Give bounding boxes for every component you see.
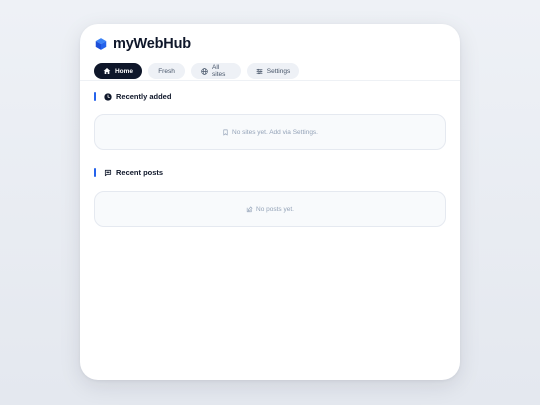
header-divider [80, 80, 460, 81]
section-accent-bar [94, 92, 96, 101]
section-accent-bar [94, 168, 96, 177]
section-title: Recent posts [116, 168, 164, 177]
empty-posts-text: No posts yet. [256, 205, 294, 213]
section-recent-posts: Recent posts [94, 168, 163, 177]
tab-settings-label: Settings [266, 67, 291, 75]
tab-fresh[interactable]: Fresh [148, 63, 185, 79]
cube-icon [94, 37, 108, 51]
empty-sites-text: No sites yet. Add via Settings. [232, 128, 318, 136]
home-icon [103, 67, 111, 75]
section-recently-added: Recently added [94, 92, 171, 101]
tab-home[interactable]: Home [94, 63, 142, 79]
empty-posts-box: No posts yet. [94, 191, 446, 227]
tab-settings[interactable]: Settings [247, 63, 299, 79]
tab-all-sites[interactable]: All sites [191, 63, 241, 79]
sliders-icon [256, 68, 263, 75]
clock-icon [104, 92, 112, 101]
tab-home-label: Home [114, 67, 134, 75]
brand: myWebHub [94, 36, 191, 52]
bookmark-icon [222, 129, 229, 136]
nav-tabs: Home Fresh All sites Settings [94, 63, 299, 79]
empty-sites-box: No sites yet. Add via Settings. [94, 114, 446, 150]
edit-icon [246, 206, 253, 213]
section-title: Recently added [116, 92, 172, 101]
chat-bubble-icon [104, 169, 112, 177]
globe-icon [201, 67, 208, 75]
main-card: myWebHub Home Fresh All sites Settings R… [80, 24, 460, 380]
tab-all-sites-label: All sites [212, 64, 226, 78]
tab-fresh-label: Fresh [158, 67, 175, 75]
brand-name: myWebHub [113, 36, 191, 52]
